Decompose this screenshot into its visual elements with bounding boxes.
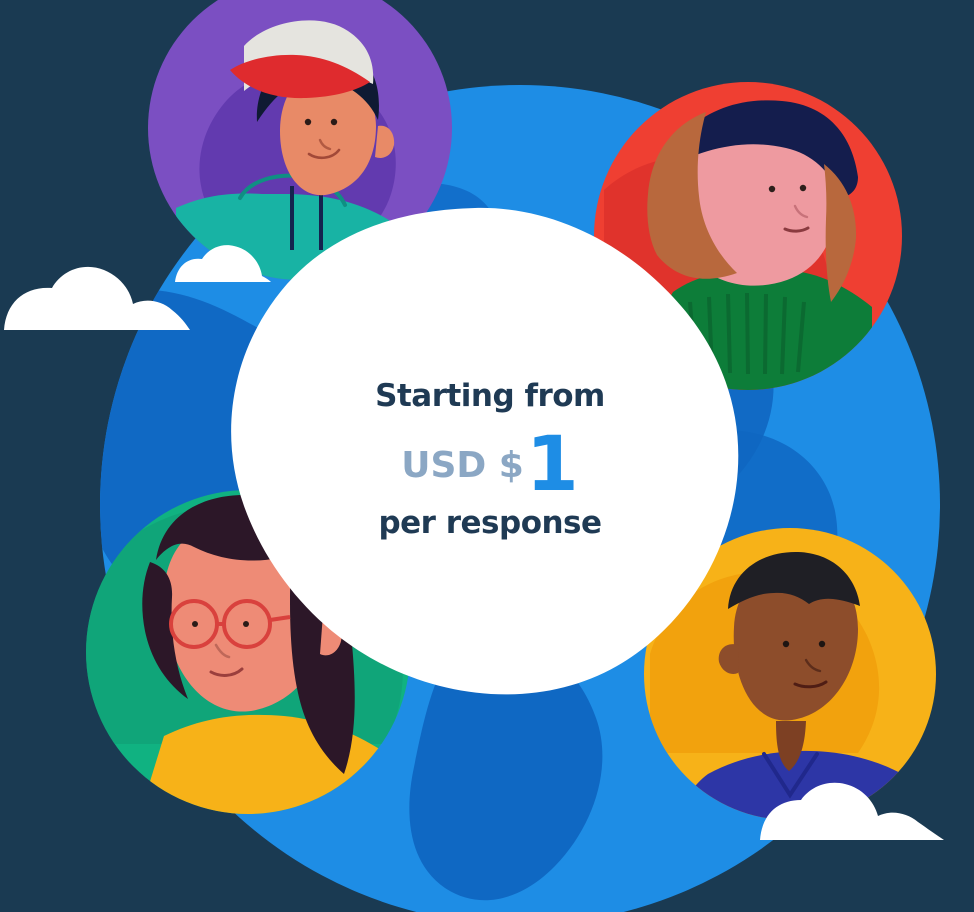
price-amount: 1 xyxy=(525,418,579,508)
currency-label: USD $ xyxy=(401,445,524,487)
starting-from-text: Starting from xyxy=(375,377,605,414)
promo-illustration: Starting from USD $ 1 per response xyxy=(0,0,974,912)
price-card: Starting from USD $ 1 per response xyxy=(290,330,690,590)
price-row: USD $ 1 xyxy=(401,418,579,508)
per-response-text: per response xyxy=(378,505,602,542)
